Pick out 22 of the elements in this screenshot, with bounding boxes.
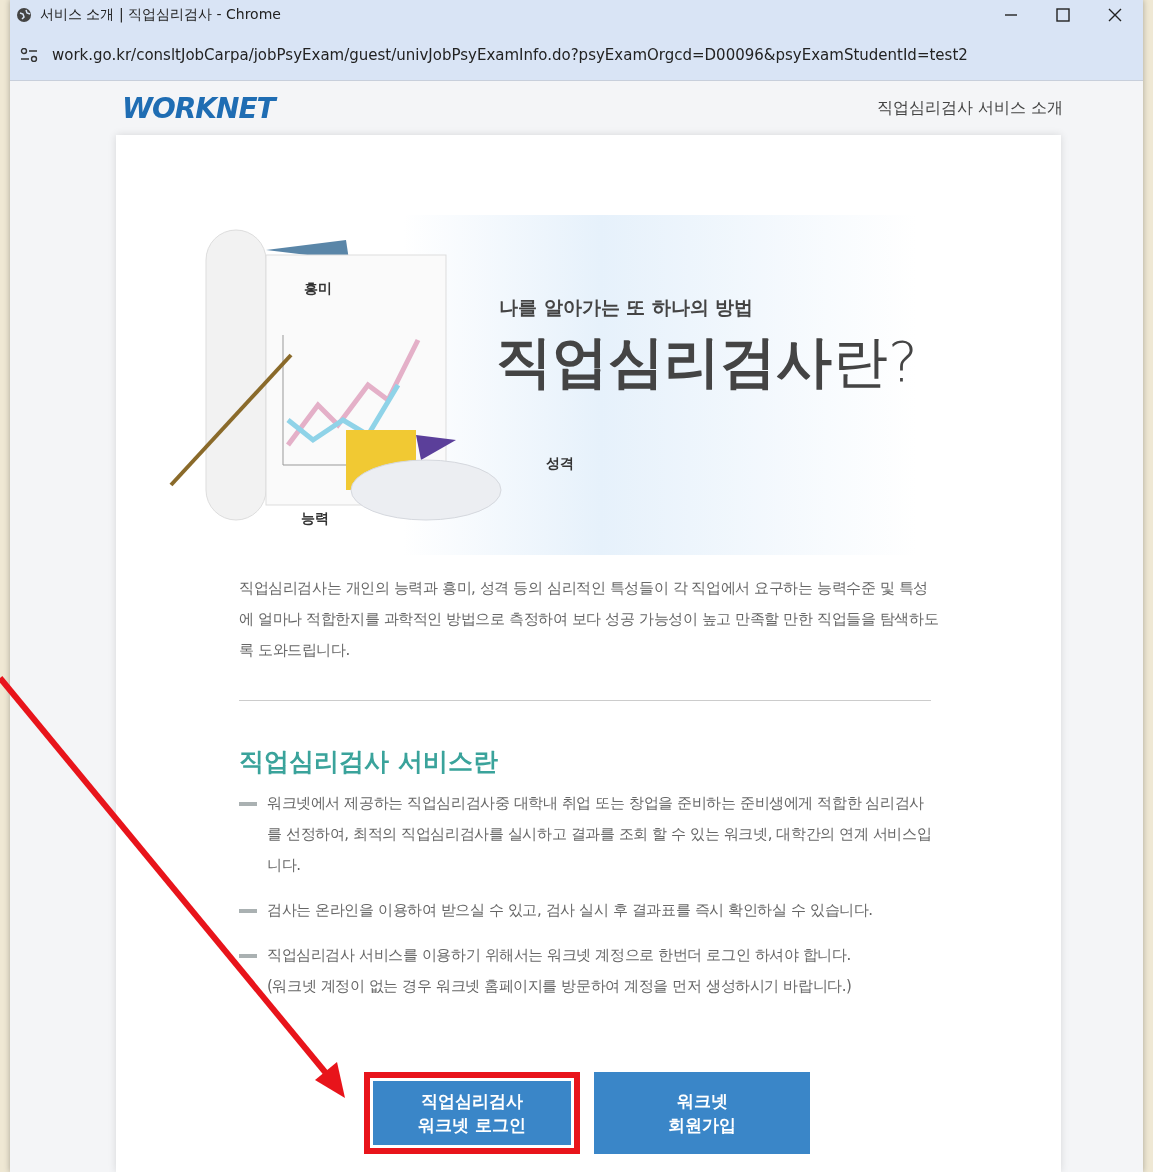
intro-paragraph: 직업심리검사는 개인의 능력과 흥미, 성격 등의 심리적인 특성들이 각 직업에서 요구하는 능력수준 및 특성에 얼마나 적합한지를 과학적인 방법으로 측정하여 보다 성공 가능성이 높고 만족할 만한 직업들을 탐색하도록 도와드립니다. <box>239 578 939 661</box>
dash-bullet-icon <box>239 909 257 913</box>
service-description: 워크넷에서 제공하는 직업심리검사중 대학내 취업 또는 창업을 준비하는 준비생에게 적합한 심리검사를 선정하여, 최적의 직업심리검사를 실시하고 결과를 조회 할 수 있는 워크넷, 대학간의 연계 서비스입니다. <box>267 793 933 876</box>
dash-bullet-icon <box>239 802 257 806</box>
chart-label: 흥미 <box>304 280 332 298</box>
hero-title: 직업심리검사란? <box>496 328 918 396</box>
close-icon[interactable] <box>1107 7 1123 23</box>
action-button[interactable]: 워크넷 회원가입 <box>594 1072 810 1154</box>
site-settings-icon[interactable] <box>20 48 38 62</box>
service-description: 직업심리검사 서비스를 이용하기 위해서는 워크넷 계정으로 한번더 로그인 하셔야 합니다. <box>267 945 852 966</box>
hero-subtitle: 나를 알아가는 또 하나의 방법 <box>499 295 754 320</box>
maximize-icon[interactable] <box>1055 7 1071 23</box>
chart-label: 능력 <box>301 510 329 528</box>
globe-icon <box>16 7 32 23</box>
chart-label: 성격 <box>546 455 574 473</box>
window-title: 서비스 소개 | 직업심리검사 - Chrome <box>40 6 282 24</box>
service-description: 검사는 온라인을 이용하여 받으실 수 있고, 검사 실시 후 결과표를 즉시 확인하실 수 있습니다. <box>267 900 873 921</box>
section-heading: 직업심리검사 서비스란 <box>239 746 499 778</box>
service-intro-link[interactable]: 직업심리검사 서비스 소개 <box>876 97 1063 119</box>
action-button[interactable]: 직업심리검사 워크넷 로그인 <box>364 1072 580 1154</box>
service-note: (워크넷 계정이 없는 경우 워크넷 홈페이지를 방문하여 계정을 먼저 생성하시기 바랍니다.) <box>267 976 852 997</box>
dash-bullet-icon <box>239 954 257 958</box>
